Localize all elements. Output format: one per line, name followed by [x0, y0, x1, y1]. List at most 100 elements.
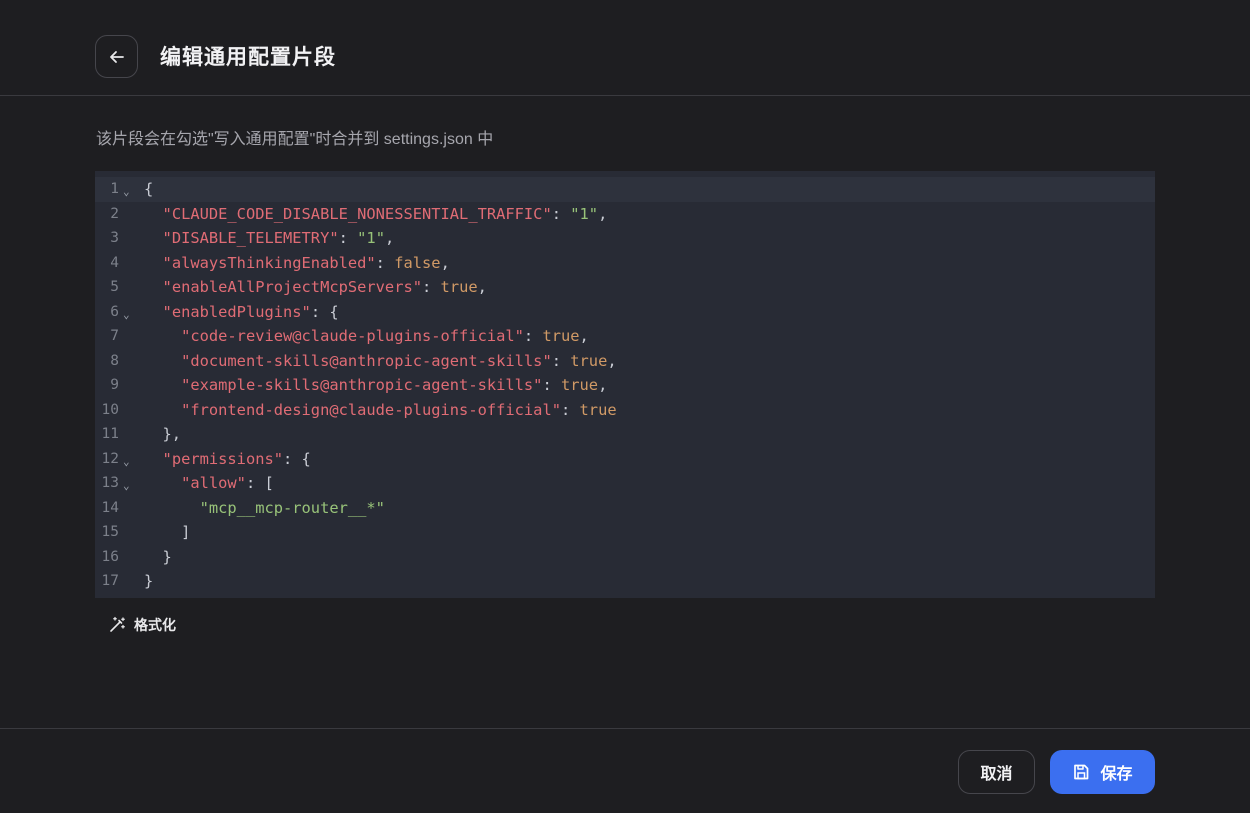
code-token: : — [542, 376, 561, 394]
code-line[interactable]: 5 "enableAllProjectMcpServers": true, — [95, 275, 1155, 300]
line-number: 11 — [101, 426, 119, 442]
json-code-editor[interactable]: 1 ⌄{2 "CLAUDE_CODE_DISABLE_NONESSENTIAL_T… — [95, 171, 1155, 598]
line-number: 6 — [110, 303, 119, 320]
code-token: "allow" — [181, 474, 246, 492]
code-token: "enableAllProjectMcpServers" — [162, 278, 422, 296]
code-text: "permissions": { — [144, 447, 311, 472]
code-token: : { — [283, 449, 311, 468]
code-token: : — [338, 229, 358, 247]
cancel-button-label: 取消 — [980, 764, 1013, 783]
code-token: : — [422, 278, 441, 296]
code-token: true — [561, 376, 599, 394]
code-token: true — [579, 400, 617, 419]
code-text: }, — [144, 422, 182, 447]
code-token: "1" — [570, 204, 599, 223]
code-line[interactable]: 14 "mcp__mcp-router__*" — [95, 496, 1155, 521]
line-number: 17 — [101, 573, 119, 589]
back-button[interactable] — [95, 35, 138, 78]
code-line[interactable]: 1 ⌄{ — [95, 177, 1155, 202]
code-token: } — [144, 572, 154, 590]
code-line[interactable]: 17} — [95, 569, 1155, 594]
code-token: "DISABLE_TELEMETRY" — [162, 229, 339, 247]
code-text: "code-review@claude-plugins-official": t… — [144, 324, 589, 349]
line-number: 12 — [101, 450, 119, 467]
code-line[interactable]: 13 ⌄ "allow": [ — [95, 471, 1155, 496]
code-token: , — [384, 229, 395, 247]
code-token: true — [440, 278, 478, 296]
code-text: "frontend-design@claude-plugins-official… — [144, 398, 617, 423]
line-number: 2 — [110, 205, 119, 222]
code-token: } — [144, 547, 172, 566]
code-token: "enabledPlugins" — [162, 302, 311, 321]
code-token: : — [523, 327, 543, 345]
code-line[interactable]: 9 "example-skills@anthropic-agent-skills… — [95, 373, 1155, 398]
code-line[interactable]: 11 }, — [95, 422, 1155, 447]
line-number: 4 — [110, 254, 119, 271]
line-number: 16 — [101, 548, 119, 565]
line-number: 1 — [110, 181, 119, 197]
code-token: , — [477, 278, 487, 296]
code-text: "alwaysThinkingEnabled": false, — [144, 251, 450, 276]
code-token: : — [560, 400, 580, 419]
line-number: 15 — [101, 524, 119, 540]
code-token: false — [394, 253, 441, 272]
code-token: "1" — [357, 229, 385, 247]
code-token: "code-review@claude-plugins-official" — [181, 327, 524, 345]
code-text: "DISABLE_TELEMETRY": "1", — [144, 226, 395, 251]
line-number: 13 — [101, 475, 119, 491]
format-button-label: 格式化 — [134, 618, 176, 634]
code-text: ] — [144, 520, 190, 545]
code-token: "alwaysThinkingEnabled" — [162, 253, 376, 272]
snippet-description: 该片段会在勾选"写入通用配置"时合并到 settings.json 中 — [96, 131, 494, 148]
code-text: { — [144, 177, 153, 202]
code-token: : — [551, 351, 571, 370]
code-token: , — [598, 376, 608, 394]
code-line[interactable]: 2 "CLAUDE_CODE_DISABLE_NONESSENTIAL_TRAF… — [95, 202, 1155, 227]
code-line[interactable]: 7 "code-review@claude-plugins-official":… — [95, 324, 1155, 349]
code-line[interactable]: 8 "document-skills@anthropic-agent-skill… — [95, 349, 1155, 374]
code-token: }, — [144, 425, 182, 443]
code-line[interactable]: 10 "frontend-design@claude-plugins-offic… — [95, 398, 1155, 423]
code-token: "frontend-design@claude-plugins-official… — [181, 400, 561, 419]
code-token: "mcp__mcp-router__*" — [199, 498, 385, 517]
format-button[interactable]: 格式化 — [108, 613, 176, 637]
save-button-label: 保存 — [1100, 764, 1133, 783]
code-line[interactable]: 15 ] — [95, 520, 1155, 545]
code-line[interactable]: 3 "DISABLE_TELEMETRY": "1", — [95, 226, 1155, 251]
line-number: 8 — [110, 352, 119, 369]
code-line[interactable]: 4 "alwaysThinkingEnabled": false, — [95, 251, 1155, 276]
edit-config-page: 编辑通用配置片段 该片段会在勾选"写入通用配置"时合并到 settings.js… — [0, 0, 1250, 813]
code-line[interactable]: 6 ⌄ "enabledPlugins": { — [95, 300, 1155, 325]
page-header: 编辑通用配置片段 — [0, 0, 1250, 96]
code-token: : { — [310, 302, 339, 321]
code-token: true — [542, 327, 580, 345]
line-number: 5 — [110, 279, 119, 295]
code-text: "CLAUDE_CODE_DISABLE_NONESSENTIAL_TRAFFI… — [144, 202, 608, 227]
code-text: "enabledPlugins": { — [144, 300, 339, 325]
dialog-footer: 取消 保存 — [0, 728, 1250, 813]
code-text: "enableAllProjectMcpServers": true, — [144, 275, 487, 300]
code-token: , — [440, 253, 450, 272]
line-number: 14 — [101, 499, 119, 516]
floppy-disk-icon — [1072, 763, 1090, 781]
code-token: , — [579, 327, 589, 345]
code-token: "example-skills@anthropic-agent-skills" — [181, 376, 543, 394]
code-text: "mcp__mcp-router__*" — [144, 496, 385, 521]
line-number: 3 — [110, 230, 119, 246]
code-line[interactable]: 12 ⌄ "permissions": { — [95, 447, 1155, 472]
code-line[interactable]: 16 } — [95, 545, 1155, 570]
code-token: ] — [144, 523, 191, 541]
save-button[interactable]: 保存 — [1050, 750, 1155, 794]
code-token: "CLAUDE_CODE_DISABLE_NONESSENTIAL_TRAFFI… — [162, 204, 552, 223]
code-text: } — [144, 545, 172, 570]
cancel-button[interactable]: 取消 — [958, 750, 1035, 794]
